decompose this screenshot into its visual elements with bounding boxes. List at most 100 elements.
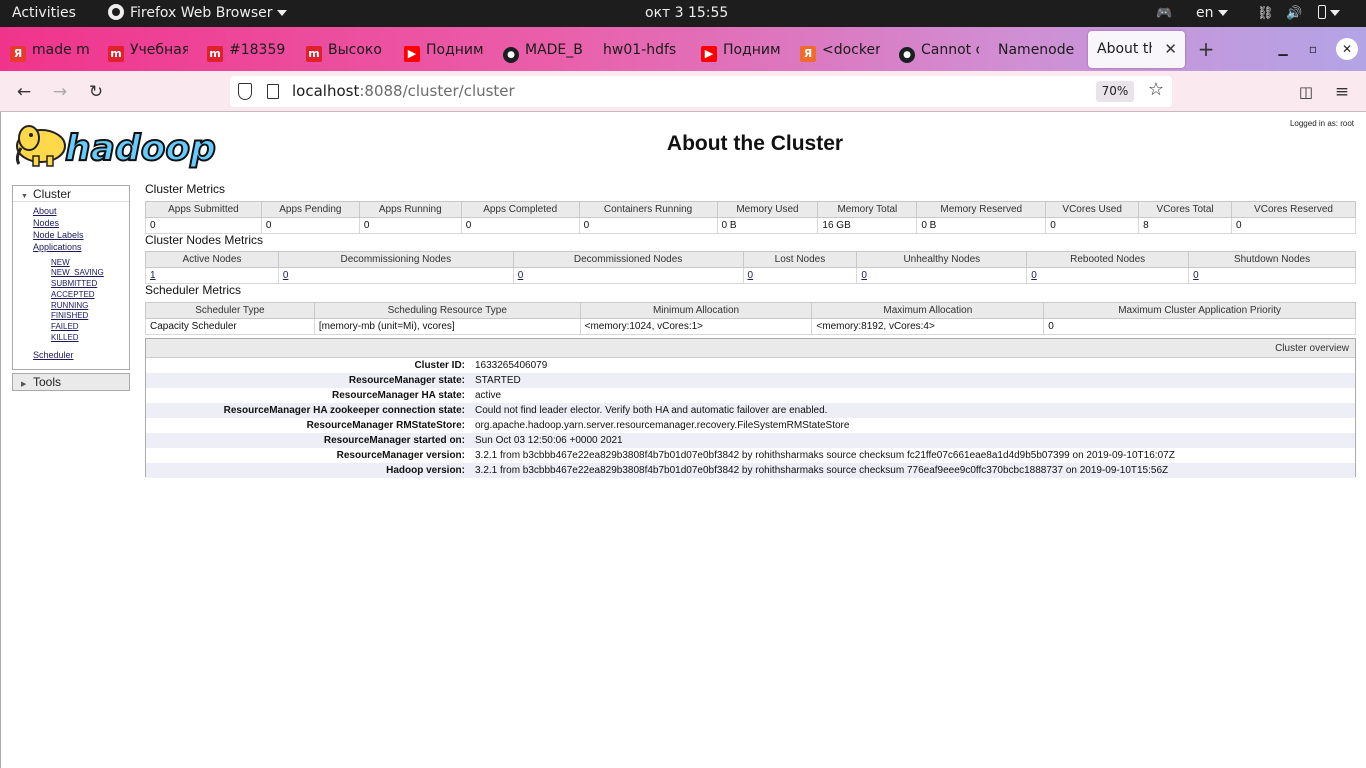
sidebar-tools-header[interactable]: ▶ Tools (13, 374, 129, 390)
sidebar-link-running[interactable]: RUNNING (51, 301, 88, 310)
column-header[interactable]: Decommissioned Nodes (512, 251, 744, 268)
browser-tab[interactable]: m Высоко (306, 36, 386, 64)
language-menu[interactable]: en (1196, 0, 1228, 27)
youtube-icon: ▶ (404, 46, 420, 62)
sidebar-link-node-labels[interactable]: Node Labels (33, 230, 84, 240)
column-header[interactable]: Lost Nodes (742, 251, 858, 268)
column-header[interactable]: Memory Used (716, 201, 819, 218)
column-header[interactable]: Memory Total (817, 201, 918, 218)
active-tab[interactable]: About the ✕ (1088, 31, 1185, 68)
column-header[interactable]: Containers Running (578, 201, 718, 218)
activities-button[interactable]: Activities (12, 0, 76, 27)
rebooted-nodes-link[interactable]: 0 (1031, 270, 1037, 281)
sidebar-link-about[interactable]: About (33, 206, 57, 216)
browser-tab[interactable]: Namenode (998, 36, 1078, 64)
table-row: 0 0 0 0 0 0 B 16 GB 0 B 0 8 0 (145, 217, 1356, 234)
back-arrow-icon[interactable]: ← (12, 80, 36, 104)
sidebar-link-failed[interactable]: FAILED (51, 322, 79, 331)
column-header[interactable]: Apps Running (358, 201, 462, 218)
hadoop-logo[interactable]: hadoop (13, 118, 223, 170)
battery-menu[interactable] (1318, 0, 1340, 27)
network-icon[interactable]: ⛓ (1257, 0, 1274, 27)
browser-tab[interactable]: m Учебная (108, 36, 188, 64)
zoom-indicator[interactable]: 70% (1096, 81, 1134, 102)
column-header[interactable]: Minimum Allocation (579, 302, 813, 319)
column-header[interactable]: Decommissioning Nodes (277, 251, 514, 268)
column-header[interactable]: Active Nodes (145, 251, 279, 268)
sidebar-link-submitted[interactable]: SUBMITTED (51, 279, 97, 288)
browser-tab[interactable]: ● MADE_B (503, 36, 583, 64)
decommissioning-nodes-link[interactable]: 0 (283, 270, 289, 281)
sidebar-cluster-header[interactable]: ▼ Cluster (13, 186, 129, 202)
column-header[interactable]: Maximum Cluster Application Priority (1043, 302, 1356, 319)
column-header[interactable]: VCores Total (1138, 201, 1233, 218)
bookmark-star-icon[interactable]: ☆ (1148, 79, 1164, 100)
shutdown-nodes-link[interactable]: 0 (1193, 270, 1199, 281)
sidebar-tools-panel[interactable]: ▶ Tools (12, 373, 130, 391)
sidebar-link-killed[interactable]: KILLED (51, 333, 79, 342)
browser-tab[interactable]: m #18359 (207, 36, 287, 64)
column-header[interactable]: Shutdown Nodes (1188, 251, 1356, 268)
tab-title: Подним (723, 42, 781, 58)
discord-tray-icon[interactable]: 🎮 (1156, 0, 1172, 27)
shield-icon[interactable] (238, 83, 252, 100)
url-bar[interactable]: localhost:8088/cluster/cluster 70% ☆ (230, 76, 1172, 107)
browser-tab[interactable]: ▶ Подним (404, 36, 484, 64)
lost-nodes-link[interactable]: 0 (748, 270, 754, 281)
sidebar-link-finished[interactable]: FINISHED (51, 311, 88, 320)
browser-tab[interactable]: hw01-hdfs (603, 36, 683, 64)
app-menu[interactable]: Firefox Web Browser (108, 0, 287, 27)
decommissioned-nodes-link[interactable]: 0 (518, 270, 524, 281)
column-header[interactable]: VCores Reserved (1231, 201, 1356, 218)
pocket-icon[interactable]: ◫ (1294, 80, 1318, 104)
sidebar-tools-label: Tools (33, 375, 62, 389)
unhealthy-nodes-link[interactable]: 0 (861, 270, 867, 281)
hamburger-menu-icon[interactable]: ≡ (1330, 80, 1354, 104)
triangle-right-icon: ▶ (21, 381, 27, 388)
clock[interactable]: окт 3 15:55 (645, 0, 728, 27)
minimize-icon[interactable]: ▁ (1272, 38, 1294, 60)
column-header[interactable]: Scheduler Type (145, 302, 315, 319)
sidebar-link-new-saving[interactable]: NEW_SAVING (51, 268, 104, 277)
active-nodes-link[interactable]: 1 (150, 270, 156, 281)
forward-arrow-icon[interactable]: → (48, 80, 72, 104)
column-header[interactable]: Unhealthy Nodes (856, 251, 1028, 268)
sidebar-link-accepted[interactable]: ACCEPTED (51, 290, 95, 299)
sidebar-link-scheduler[interactable]: Scheduler (33, 350, 74, 360)
browser-tab[interactable]: Я <docker (800, 36, 880, 64)
column-header[interactable]: Maximum Allocation (811, 302, 1045, 319)
reload-icon[interactable]: ↻ (84, 80, 108, 104)
url-text[interactable]: localhost:8088/cluster/cluster (292, 76, 515, 107)
close-window-icon[interactable]: ✕ (1336, 38, 1358, 60)
sidebar-link-nodes[interactable]: Nodes (33, 218, 59, 228)
column-header[interactable]: Apps Pending (260, 201, 360, 218)
sidebar-link-new[interactable]: NEW (51, 258, 70, 267)
browser-tab[interactable]: ▶ Подним (701, 36, 781, 64)
close-tab-icon[interactable]: ✕ (1164, 31, 1177, 68)
new-tab-plus-icon[interactable]: + (1195, 38, 1217, 60)
table-cell: 0 (461, 217, 580, 234)
cluster-overview-panel: Cluster overview Cluster ID: 163326540607… (145, 338, 1356, 478)
browser-tab[interactable]: ● Cannot c (899, 36, 979, 64)
tab-title: made m (32, 42, 90, 58)
sidebar-link-applications[interactable]: Applications (33, 242, 82, 252)
maximize-icon[interactable]: ▫ (1302, 38, 1324, 60)
table-row: Capacity Scheduler [memory-mb (unit=Mi),… (145, 318, 1356, 335)
yandex-icon: Я (10, 46, 26, 62)
table-cell: 0 (1043, 318, 1356, 335)
table-header-row: Active Nodes Decommissioning Nodes Decom… (145, 251, 1356, 268)
page-info-icon[interactable] (267, 84, 279, 99)
table-header-row: Apps Submitted Apps Pending Apps Running… (145, 201, 1356, 218)
column-header[interactable]: Memory Reserved (916, 201, 1047, 218)
column-header[interactable]: VCores Used (1045, 201, 1140, 218)
column-header[interactable]: Apps Completed (460, 201, 580, 218)
column-header[interactable]: Apps Submitted (145, 201, 262, 218)
column-header[interactable]: Rebooted Nodes (1026, 251, 1190, 268)
volume-icon[interactable]: 🔊 (1286, 0, 1302, 27)
browser-tab[interactable]: Яmade m (10, 36, 90, 64)
mail-m-icon: m (306, 46, 322, 62)
tab-title: Высоко (328, 42, 382, 58)
column-header[interactable]: Scheduling Resource Type (313, 302, 581, 319)
table-cell: [memory-mb (unit=Mi), vcores] (314, 318, 581, 335)
overview-value: Sun Oct 03 12:50:06 +0000 2021 (475, 435, 623, 446)
